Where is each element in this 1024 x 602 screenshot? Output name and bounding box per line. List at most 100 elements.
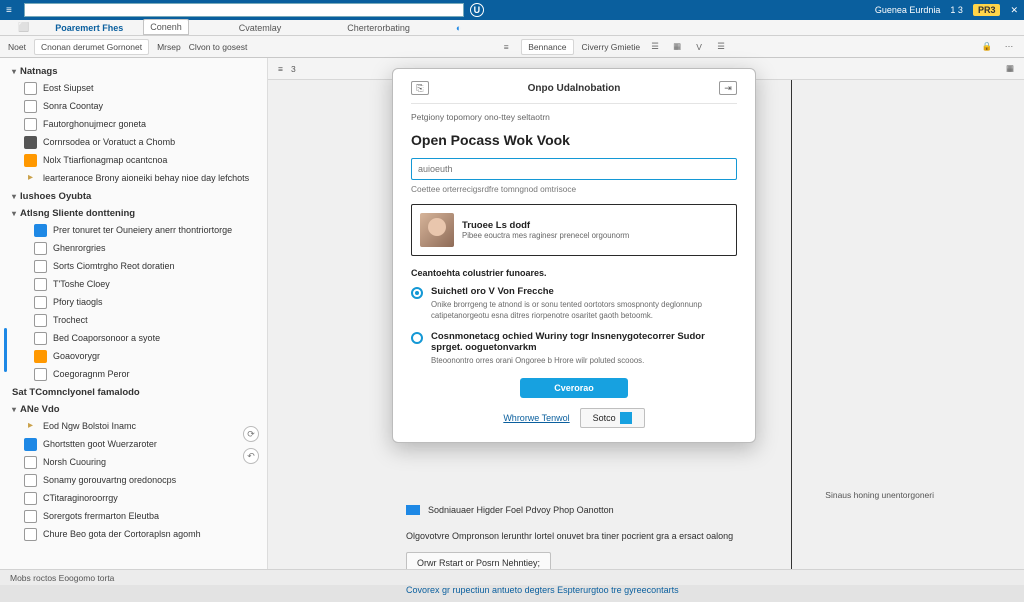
dialog-header-left-icon[interactable]: ⎘: [411, 81, 429, 95]
dialog-footer-link[interactable]: Whrorwe Tenwol: [503, 413, 569, 423]
ribbon-group-1[interactable]: Noet: [8, 42, 26, 52]
box-icon: [24, 456, 37, 469]
sidebar-item[interactable]: Sonamy gorouvartng oredonocps: [2, 471, 267, 489]
ribbon-icon-2[interactable]: ☰: [648, 40, 662, 54]
sidebar-item-label: Bed Coaporsonoor a syote: [53, 331, 160, 345]
box-icon: [34, 278, 47, 291]
ribbon-group-3[interactable]: Mrsep: [157, 42, 181, 52]
ribbon-group-4[interactable]: Clvon to gosest: [189, 42, 248, 52]
sidebar-item[interactable]: Eod Ngw Bolstoi Inamc: [2, 417, 267, 435]
sidebar-item[interactable]: Fautorghonujmecr goneta: [2, 115, 267, 133]
sidebar-item[interactable]: Chure Beo gota der Cortoraplsn agomh: [2, 525, 267, 543]
sidebar-item[interactable]: Coegoragnm Peror: [2, 365, 267, 383]
titlebar-badge[interactable]: PR3: [973, 4, 1001, 16]
sidebar-item[interactable]: Nolx Ttiarfionagmap ocantcnoa: [2, 151, 267, 169]
sidebar-item[interactable]: Goaovorygr: [2, 347, 267, 365]
ribbon-tab-2[interactable]: Poaremert Fhes: [49, 21, 129, 35]
ribbon-group-5[interactable]: Civerry Gmietie: [582, 42, 641, 52]
ct-icon-2[interactable]: 3: [291, 64, 296, 74]
box-icon: [24, 100, 37, 113]
sidebar-history-icon[interactable]: ↶: [243, 448, 259, 464]
dialog-secondary-button[interactable]: Sotco: [580, 408, 645, 428]
box-icon: [24, 82, 37, 95]
sidebar-section-1[interactable]: Natnags: [2, 62, 267, 79]
sidebar-refresh-icon[interactable]: ⟳: [243, 426, 259, 442]
dialog-secondary-color-icon: [620, 412, 632, 424]
status-bar: Mobs roctos Eoogomo torta: [0, 569, 1024, 585]
ribbon-group-2[interactable]: Cnonan derumet Gornonet: [34, 39, 149, 55]
sidebar-item[interactable]: Eost Siupset: [2, 79, 267, 97]
sidebar-item[interactable]: Pfory tiaogls: [2, 293, 267, 311]
ribbon-tab-3[interactable]: Conenh: [143, 19, 189, 35]
sidebar-item[interactable]: Sonra Coontay: [2, 97, 267, 115]
option-1-title: Suichetl oro V Von Frecche: [431, 286, 737, 297]
main-area: Natnags Eost Siupset Sonra Coontay Fautorg…: [0, 58, 1024, 585]
avatar: [420, 213, 454, 247]
account-label[interactable]: Guenea Eurdnia: [875, 5, 941, 15]
folder-icon: [24, 420, 37, 433]
status-text: Mobs roctos Eoogomo torta: [10, 573, 114, 583]
ribbon-icon-4[interactable]: V: [692, 40, 706, 54]
dialog-text-input[interactable]: [411, 158, 737, 180]
dialog-title: Onpo Udalnobation: [437, 83, 711, 94]
below-line-2: Olgovotvre Ompronson lerunthr lortel onu…: [406, 528, 733, 544]
sidebar-item-label: Sorts Ciomtrgho Reot doratien: [53, 259, 175, 273]
sidebar-item[interactable]: T'Toshe Cloey: [2, 275, 267, 293]
dialog-primary-button[interactable]: Cverorao: [520, 378, 628, 398]
dialog-person-card[interactable]: Truoee Ls dodf Pibee eouctra mes ragines…: [411, 204, 737, 256]
ribbon-button-1[interactable]: Bennance: [521, 39, 573, 55]
sidebar-item[interactable]: Sorergots frermarton Eleutba: [2, 507, 267, 525]
sidebar-item[interactable]: learteranoce Brony aioneiki behay nioe d…: [2, 169, 267, 187]
titlebar-center-icon[interactable]: U: [470, 3, 484, 17]
app-titlebar: ≡ U Guenea Eurdnia 1 3 PR3 ✕: [0, 0, 1024, 20]
sidebar-item[interactable]: Norsh Cuouring: [2, 453, 267, 471]
ribbon-tab-circle-icon[interactable]: ◐: [450, 21, 467, 35]
app-menu-icon[interactable]: ≡: [6, 5, 12, 16]
ribbon-icon-5[interactable]: ☰: [714, 40, 728, 54]
sidebar-item-label: Prer tonuret ter Ouneiery anerr thontrio…: [53, 223, 232, 237]
dialog-section-head: Ceantoehta colustrier funoares.: [411, 268, 737, 278]
sidebar-section-4[interactable]: Sat TComnclyonel famalodo: [2, 383, 267, 400]
sidebar-item[interactable]: Bed Coaporsonoor a syote: [2, 329, 267, 347]
dialog-header-right-icon[interactable]: ⇥: [719, 81, 737, 95]
box-icon: [34, 242, 47, 255]
box-icon: [24, 492, 37, 505]
below-modal-text: Sodniauaer Higder Foel Pdvoy Phop Oanott…: [406, 498, 934, 602]
ribbon-icon-1[interactable]: ≡: [499, 40, 513, 54]
sidebar-section-3[interactable]: Atlsng Sliente donttening: [2, 204, 267, 221]
sidebar-item[interactable]: Prer tonuret ter Ouneiery anerr thontrio…: [2, 221, 267, 239]
ct-icon-3[interactable]: ▦: [1006, 63, 1014, 74]
sidebar-item[interactable]: Trochect: [2, 311, 267, 329]
sidebar-item-label: Ghortstten goot Wuerzaroter: [43, 437, 157, 451]
dialog-option-2[interactable]: Cosnmonetacg ochied Wuriny togr Insnenyg…: [411, 331, 737, 366]
sidebar-item-label: Sonra Coontay: [43, 99, 103, 113]
box-icon: [34, 332, 47, 345]
radio-1[interactable]: [411, 287, 423, 299]
close-icon[interactable]: ✕: [1010, 5, 1018, 16]
option-2-desc: Bteoonontro orres orani Ongoree b Hrore …: [431, 355, 737, 366]
ribbon-tab-1[interactable]: ⬜: [12, 20, 35, 35]
radio-2[interactable]: [411, 332, 423, 344]
ribbon-tab-5[interactable]: Cherterorbating: [341, 21, 416, 35]
sidebar-item[interactable]: Ghenrorgries: [2, 239, 267, 257]
lock-icon[interactable]: 🔒: [980, 40, 994, 54]
ribbon-icon-3[interactable]: ▦: [670, 40, 684, 54]
below-line-1: Sodniauaer Higder Foel Pdvoy Phop Oanott…: [428, 502, 614, 518]
more-icon[interactable]: ⋯: [1002, 40, 1016, 54]
orange-icon: [24, 154, 37, 167]
ribbon-tab-4[interactable]: Cvatemlay: [233, 21, 288, 35]
ct-icon-1[interactable]: ≡: [278, 64, 283, 74]
sidebar-item[interactable]: Sorts Ciomtrgho Reot doratien: [2, 257, 267, 275]
sidebar-item-label: learteranoce Brony aioneiki behay nioe d…: [43, 171, 249, 185]
titlebar-search[interactable]: [24, 3, 464, 17]
sidebar-item[interactable]: Cornrsodea or Voratuct a Chomb: [2, 133, 267, 151]
card-subtitle: Pibee eouctra mes raginesr prenecel orgo…: [462, 231, 629, 240]
sidebar-item[interactable]: CTitaraginoroorrgy: [2, 489, 267, 507]
dialog-option-1[interactable]: Suichetl oro V Von Frecche Onike brorrge…: [411, 286, 737, 321]
sidebar-item[interactable]: Ghortstten goot Wuerzaroter: [2, 435, 267, 453]
titlebar-search-input[interactable]: [25, 5, 463, 15]
sidebar-item-label: Eost Siupset: [43, 81, 94, 95]
sidebar-section-5[interactable]: ANe Vdo: [2, 400, 267, 417]
sidebar-section-2[interactable]: Iushoes Oyubta: [2, 187, 267, 204]
folder-sidebar: Natnags Eost Siupset Sonra Coontay Fautorg…: [0, 58, 268, 585]
